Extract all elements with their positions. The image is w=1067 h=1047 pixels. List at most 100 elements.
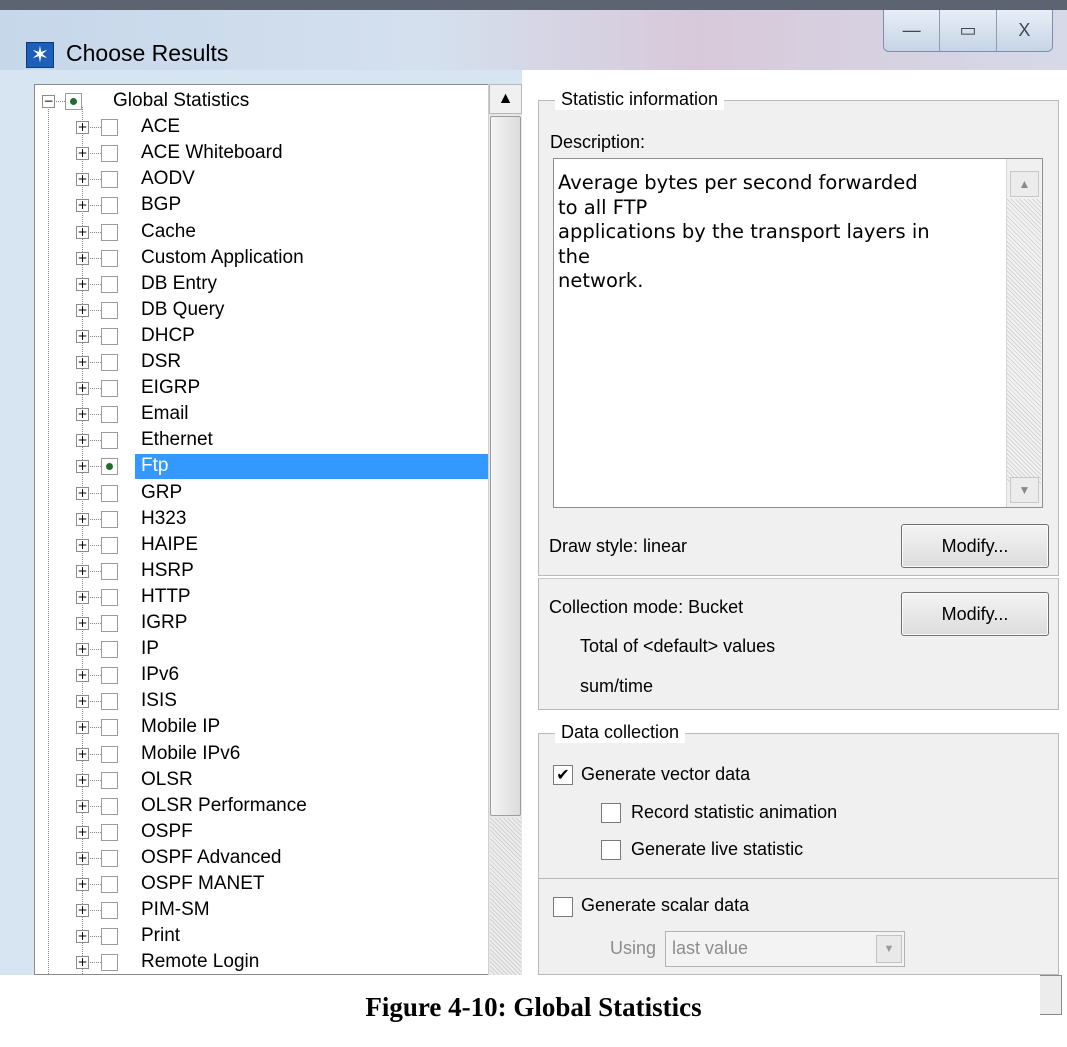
tree-connector xyxy=(90,910,101,912)
maximize-button[interactable]: ▭ xyxy=(940,10,997,51)
expand-toggle-icon[interactable]: + xyxy=(76,695,89,709)
expand-toggle-icon[interactable]: + xyxy=(76,904,89,918)
desc-scroll-up-icon[interactable]: ▲ xyxy=(1010,171,1039,197)
expand-toggle-icon[interactable]: + xyxy=(76,590,89,604)
tree-checkbox[interactable] xyxy=(101,145,118,163)
expand-toggle-icon[interactable]: + xyxy=(76,251,89,265)
expand-toggle-icon[interactable]: + xyxy=(76,851,89,865)
tree-checkbox[interactable] xyxy=(101,641,118,659)
tree-checkbox[interactable] xyxy=(101,693,118,711)
tree-checkbox[interactable] xyxy=(101,301,118,319)
expand-toggle-icon[interactable]: + xyxy=(76,147,89,161)
expand-toggle-icon[interactable]: + xyxy=(76,329,89,343)
tree-checkbox[interactable] xyxy=(101,536,118,554)
tree-checkbox[interactable] xyxy=(101,432,118,450)
tree-checkbox[interactable] xyxy=(101,197,118,215)
tree-checkbox[interactable] xyxy=(101,249,118,267)
expand-toggle-icon[interactable]: + xyxy=(76,617,89,630)
desc-scroll-track[interactable] xyxy=(1007,199,1041,484)
tree-checkbox[interactable] xyxy=(101,223,118,241)
using-select[interactable]: last value ▼ xyxy=(665,931,905,967)
expand-toggle-icon[interactable]: + xyxy=(76,382,89,396)
live-statistic-checkbox[interactable] xyxy=(601,840,621,860)
tree-item-label: Email xyxy=(141,403,189,425)
expand-toggle-icon[interactable]: + xyxy=(76,277,89,291)
tree-item-label: Mobile IP xyxy=(141,716,221,738)
expand-toggle-icon[interactable]: + xyxy=(76,225,89,239)
tree-scrollbar[interactable]: ▲ xyxy=(488,84,522,975)
tree-checkbox[interactable] xyxy=(101,615,118,632)
tree-item-label: DB Query xyxy=(141,298,225,320)
minimize-button[interactable]: — xyxy=(884,10,941,51)
tree-checkbox[interactable] xyxy=(101,928,118,946)
chevron-down-icon[interactable]: ▼ xyxy=(876,935,902,963)
expand-toggle-icon[interactable]: + xyxy=(76,773,89,787)
expand-toggle-icon[interactable]: + xyxy=(76,721,89,735)
tree-checkbox[interactable] xyxy=(101,510,118,528)
tree-checkbox[interactable] xyxy=(101,902,118,920)
expand-toggle-icon[interactable]: + xyxy=(76,825,89,839)
desc-scroll-down-icon[interactable]: ▼ xyxy=(1010,477,1039,503)
generate-scalar-checkbox[interactable] xyxy=(553,897,573,917)
expand-toggle-icon[interactable]: + xyxy=(76,173,89,187)
expand-toggle-icon[interactable]: + xyxy=(76,799,89,813)
expand-toggle-icon[interactable]: + xyxy=(76,956,89,970)
expand-toggle-icon[interactable]: + xyxy=(76,460,89,474)
tree-checkbox[interactable] xyxy=(101,380,118,398)
tree-checkbox[interactable] xyxy=(101,719,118,737)
scroll-thumb[interactable] xyxy=(490,116,521,816)
expand-toggle-icon[interactable]: + xyxy=(76,564,89,578)
expand-toggle-icon[interactable]: + xyxy=(76,356,89,369)
tree-connector xyxy=(90,388,101,390)
tree-checkbox[interactable] xyxy=(101,588,118,606)
tree-checkbox[interactable] xyxy=(101,354,118,371)
expand-toggle-icon[interactable]: + xyxy=(76,643,89,657)
tree-checkbox[interactable] xyxy=(101,745,118,763)
expand-toggle-icon[interactable]: + xyxy=(76,121,89,135)
description-box[interactable]: Average bytes per second forwarded to al… xyxy=(553,158,1043,508)
tree-checkbox[interactable] xyxy=(101,406,118,424)
tree-connector xyxy=(90,831,101,833)
app-star-icon: ✶ xyxy=(26,42,54,68)
expand-toggle-icon[interactable]: + xyxy=(76,669,89,683)
expand-toggle-icon[interactable]: + xyxy=(76,486,89,500)
tree-checkbox[interactable] xyxy=(101,327,118,345)
tree-connector xyxy=(90,779,101,781)
expand-toggle-icon[interactable]: + xyxy=(76,512,89,526)
expand-toggle-icon[interactable]: + xyxy=(76,538,89,552)
tree-checkbox[interactable] xyxy=(101,876,118,893)
expand-toggle-icon[interactable]: + xyxy=(76,408,89,422)
tree-checkbox[interactable] xyxy=(101,484,118,502)
tree-connector xyxy=(90,179,101,181)
tree-checkbox[interactable] xyxy=(101,771,118,789)
expand-toggle-icon[interactable]: + xyxy=(76,747,89,761)
expand-toggle-icon[interactable]: + xyxy=(76,434,89,448)
tree-checkbox[interactable] xyxy=(101,849,118,867)
tree-item-label: GRP xyxy=(141,481,183,503)
tree-checkbox[interactable] xyxy=(101,797,118,815)
tree-checkbox[interactable] xyxy=(101,275,118,293)
close-button[interactable]: X xyxy=(996,10,1052,51)
tree-checkbox[interactable] xyxy=(101,562,118,580)
collection-mode-modify-button[interactable]: Modify... xyxy=(901,592,1049,636)
expand-toggle-icon[interactable]: − xyxy=(42,95,55,108)
tree-item-label: AODV xyxy=(141,168,195,190)
tree-checkbox[interactable] xyxy=(101,954,118,972)
tree-checkbox[interactable] xyxy=(101,119,118,137)
draw-style-modify-button[interactable]: Modify... xyxy=(901,524,1049,568)
scroll-track[interactable] xyxy=(490,818,521,975)
expand-toggle-icon[interactable]: + xyxy=(76,930,89,944)
tree-checkbox[interactable] xyxy=(101,823,118,841)
expand-toggle-icon[interactable]: + xyxy=(76,878,89,891)
expand-toggle-icon[interactable]: + xyxy=(76,199,89,213)
expand-toggle-icon[interactable]: + xyxy=(76,303,89,317)
scroll-up-arrow-icon[interactable]: ▲ xyxy=(489,84,522,114)
tree-checkbox[interactable] xyxy=(101,171,118,189)
record-animation-checkbox[interactable] xyxy=(601,803,621,823)
tree-connector xyxy=(90,962,101,964)
tree-checkbox[interactable] xyxy=(65,93,82,110)
tree-checkbox[interactable] xyxy=(101,667,118,685)
description-scrollbar[interactable]: ▲ ▼ xyxy=(1006,159,1042,507)
tree-checkbox[interactable] xyxy=(101,458,118,476)
generate-vector-checkbox[interactable]: ✔ xyxy=(553,765,573,785)
